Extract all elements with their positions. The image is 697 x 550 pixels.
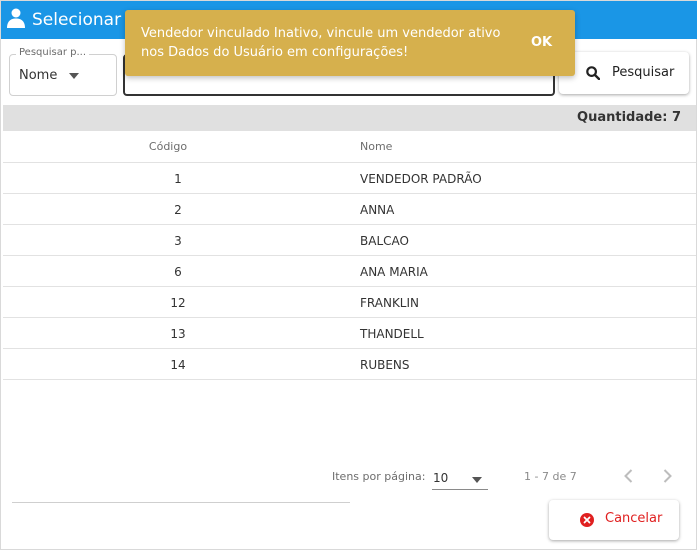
cell-code: 3 — [174, 234, 182, 248]
snackbar-message: Vendedor vinculado Inativo, vincule um v… — [141, 26, 501, 60]
items-per-page-label: Itens por página: — [332, 470, 426, 483]
quantity-label: Quantidade: 7 — [577, 110, 681, 125]
table-row[interactable]: 1 VENDEDOR PADRÃO — [3, 163, 696, 194]
dropdown-caret-icon — [69, 73, 79, 79]
snackbar-ok-button[interactable]: OK — [531, 35, 552, 50]
search-by-legend: Pesquisar p... — [16, 47, 90, 58]
search-by-value: Nome — [19, 68, 58, 83]
next-page-icon[interactable] — [657, 466, 677, 486]
page-range-label: 1 - 7 de 7 — [524, 470, 577, 483]
table-row[interactable]: 12 FRANKLIN — [3, 287, 696, 318]
cell-code: 14 — [170, 358, 186, 372]
table-row[interactable]: 3 BALCAO — [3, 225, 696, 256]
table-header: Código Nome — [3, 132, 696, 163]
paginator: Itens por página: 10 1 - 7 de 7 — [1, 461, 697, 493]
cell-name: THANDELL — [360, 327, 424, 341]
cell-code: 13 — [170, 327, 186, 341]
table-row[interactable]: 2 ANNA — [3, 194, 696, 225]
items-per-page-select[interactable]: 10 — [432, 466, 488, 490]
cell-code: 12 — [170, 296, 186, 310]
dropdown-caret-icon — [472, 477, 482, 483]
user-icon — [7, 8, 25, 28]
search-button[interactable]: Pesquisar — [559, 52, 689, 94]
search-by-select[interactable]: Pesquisar p... Nome — [9, 47, 117, 96]
cell-code: 1 — [174, 172, 182, 186]
sellers-table: Código Nome 1 VENDEDOR PADRÃO 2 ANNA 3 B… — [3, 132, 696, 380]
cell-code: 6 — [174, 265, 182, 279]
table-row[interactable]: 6 ANA MARIA — [3, 256, 696, 287]
cell-code: 2 — [174, 203, 182, 217]
cancel-button[interactable]: Cancelar — [549, 500, 679, 540]
select-seller-dialog: Selecionar V Pesquisar p... Nome Pesquis… — [0, 0, 697, 550]
items-per-page-value: 10 — [433, 471, 449, 485]
dialog-title: Selecionar V — [32, 10, 139, 30]
quantity-bar: Quantidade: 7 — [3, 105, 696, 131]
table-row[interactable]: 14 RUBENS — [3, 349, 696, 380]
footer-divider — [12, 502, 350, 503]
close-circle-icon — [580, 513, 594, 527]
column-header-name: Nome — [360, 140, 393, 153]
cell-name: ANNA — [360, 203, 395, 217]
cell-name: ANA MARIA — [360, 265, 428, 279]
cell-name: FRANKLIN — [360, 296, 420, 310]
cancel-button-label: Cancelar — [605, 511, 663, 526]
table-row[interactable]: 13 THANDELL — [3, 318, 696, 349]
search-icon — [586, 66, 600, 80]
warning-snackbar: Vendedor vinculado Inativo, vincule um v… — [125, 10, 575, 76]
previous-page-icon[interactable] — [619, 466, 639, 486]
cell-name: BALCAO — [360, 234, 409, 248]
search-button-label: Pesquisar — [612, 65, 675, 80]
cell-name: RUBENS — [360, 358, 410, 372]
cell-name: VENDEDOR PADRÃO — [360, 172, 482, 186]
column-header-code: Código — [148, 140, 188, 153]
